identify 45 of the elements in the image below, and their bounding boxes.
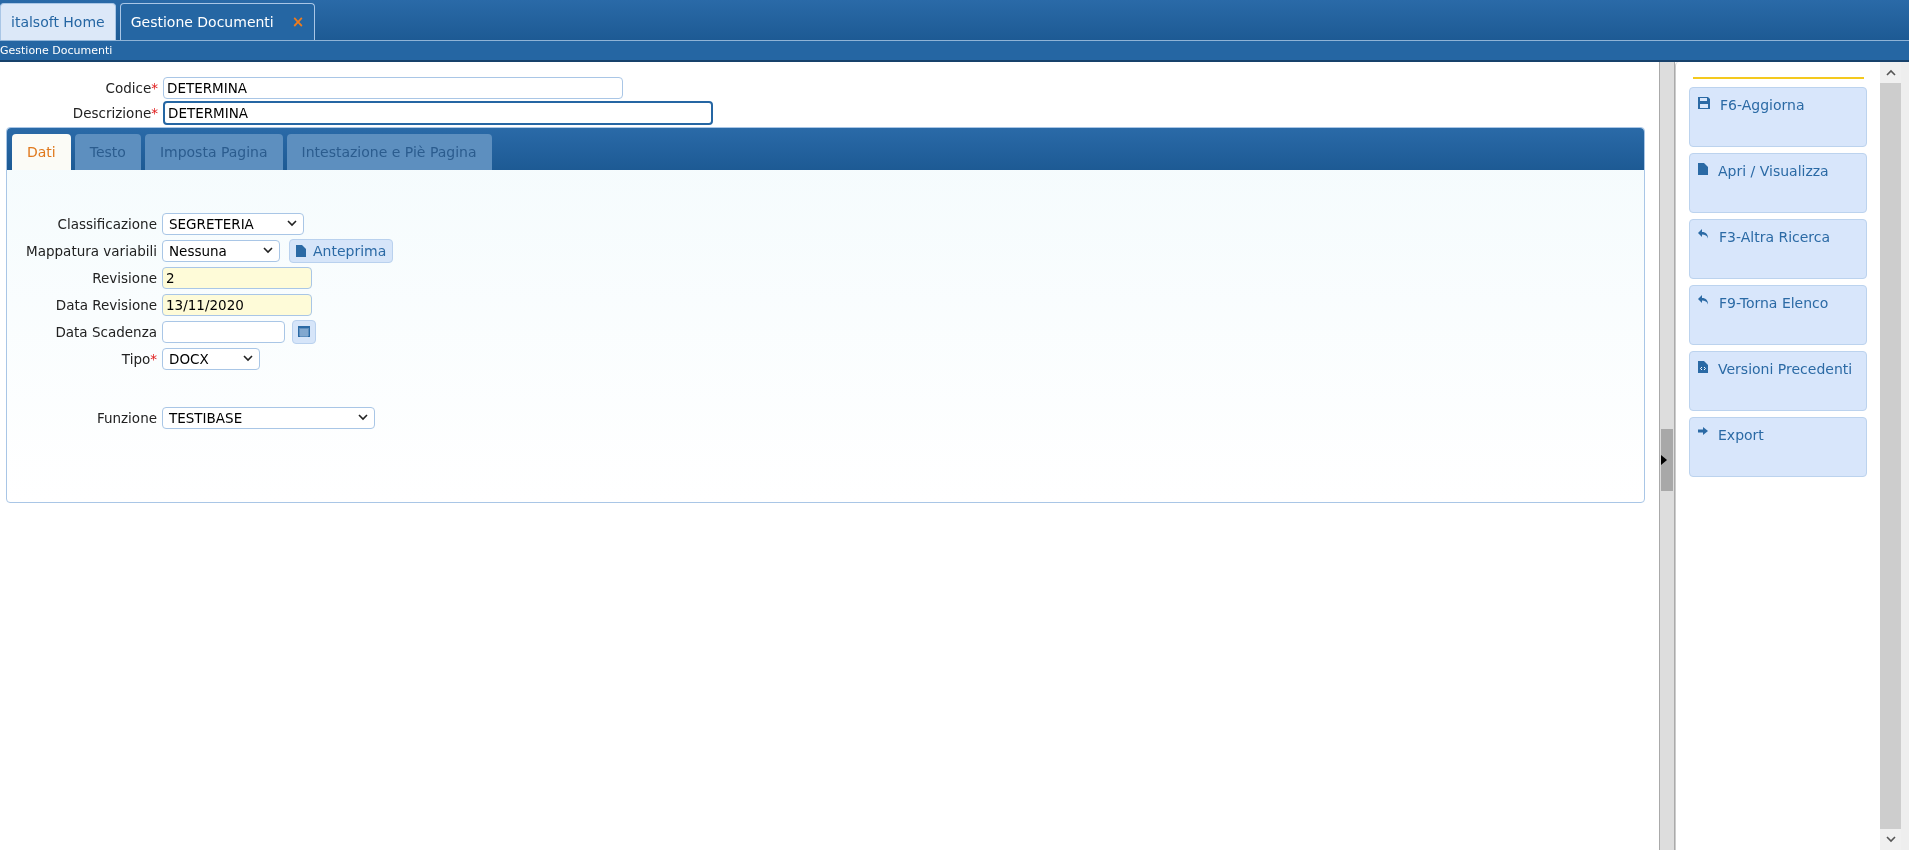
dropdown[interactable]: DOCX [162,347,260,370]
action-button[interactable]: F9-Torna Elenco [1689,285,1867,345]
dropdown[interactable]: TESTIBASE [162,406,375,429]
scrollbar[interactable] [1880,62,1909,850]
chevron-down-icon [287,220,297,227]
dropdown[interactable]: Nessuna [162,239,280,262]
document-icon [296,244,306,257]
field-label: Revisione [91,269,157,286]
calendar-icon [298,326,310,337]
code-file-icon [1698,361,1708,373]
chevron-down-icon [263,247,273,254]
input-field[interactable]: 13/11/2020 [162,293,312,316]
calendar-button[interactable] [292,319,316,344]
breadcrumb: Gestione Documenti [0,44,113,57]
field-label: Funzione [95,409,157,426]
document-icon [1698,163,1708,175]
field-label: Mappatura variabili [25,242,157,259]
reply-arrow-icon [1698,229,1709,239]
reply-arrow-icon [1698,295,1709,305]
chevron-down-icon [243,355,253,362]
field-label: Tipo* [120,350,157,367]
field-label: Codice* [104,79,158,96]
input-field[interactable]: DETERMINA [163,76,623,99]
action-button[interactable]: F3-Altra Ricerca [1689,219,1867,279]
scroll-down-icon[interactable] [1885,836,1896,843]
action-button[interactable]: Export [1689,417,1867,477]
action-button[interactable]: F6-Aggiorna [1689,87,1867,147]
form-tab[interactable]: Dati [12,134,71,170]
input-field[interactable]: 2 [162,266,312,289]
input-field[interactable]: DETERMINA [163,101,713,125]
arrow-right-icon [1698,427,1708,435]
action-button[interactable]: Versioni Precedenti [1689,351,1867,411]
field-label: Descrizione* [71,105,158,121]
field-label: Data Revisione [54,296,157,313]
app-tab[interactable]: Gestione Documenti × [119,3,316,40]
scroll-up-icon[interactable] [1885,69,1896,76]
field-label: Data Scadenza [54,323,157,340]
dropdown[interactable]: SEGRETERIA [162,212,304,235]
field-label: Classificazione [56,215,157,232]
action-button[interactable]: Apri / Visualizza [1689,153,1867,213]
app-tab[interactable]: italsoft Home [0,3,116,40]
date-field[interactable] [162,320,285,343]
triangle-right-icon[interactable] [1661,455,1667,465]
chevron-down-icon [358,414,368,421]
preview-button[interactable]: Anteprima [289,238,394,263]
